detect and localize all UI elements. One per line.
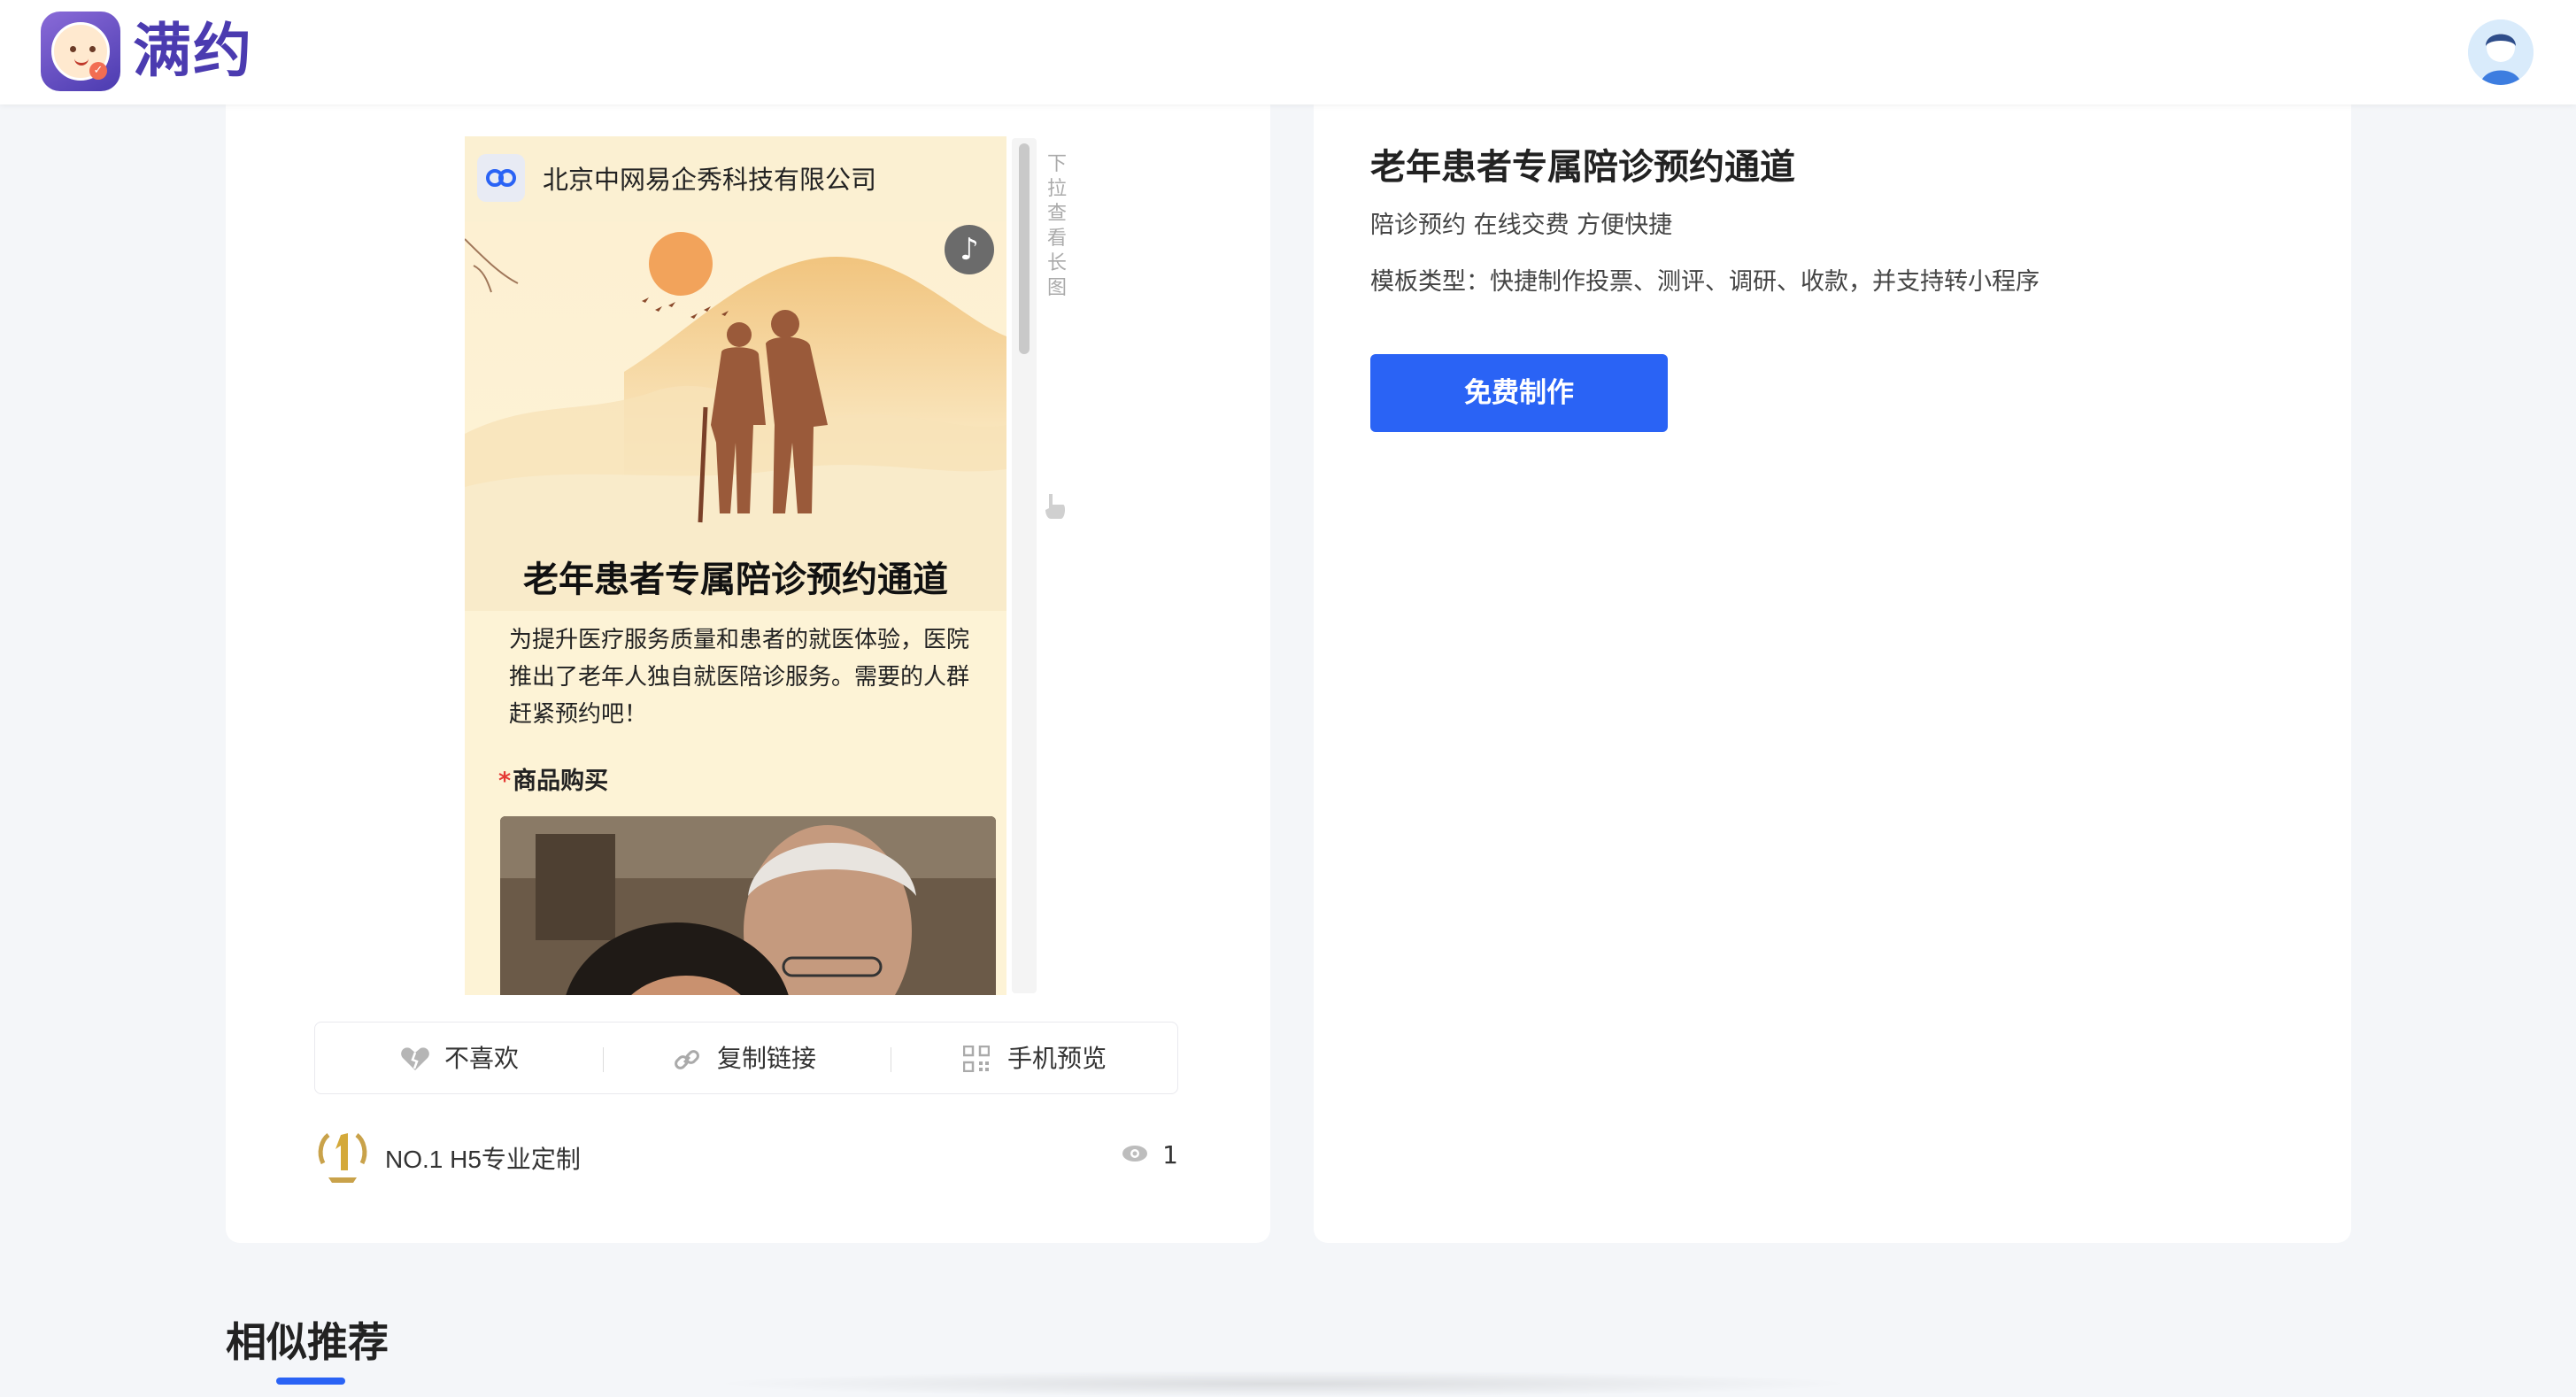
scroll-hint: 下拉查看长图 [1046, 153, 1067, 299]
action-divider [603, 1047, 604, 1072]
dislike-label: 不喜欢 [444, 1044, 520, 1073]
template-info-card: 老年患者专属陪诊预约通道 陪诊预约 在线交费 方便快捷 模板类型：快捷制作投票、… [1314, 104, 2351, 1243]
scrollbar-thumb[interactable] [1019, 143, 1030, 354]
org-logo-icon [477, 154, 525, 202]
hand-pointer-icon [1045, 494, 1066, 519]
template-type: 模板类型：快捷制作投票、测评、调研、收款，并支持转小程序 [1370, 268, 2040, 296]
mobile-preview-label: 手机预览 [1007, 1044, 1107, 1073]
org-name: 北京中网易企秀科技有限公司 [543, 166, 877, 195]
copy-link-button[interactable]: 复制链接 [673, 1023, 850, 1095]
gold-medal-icon [318, 1133, 367, 1183]
product-purchase-label: *商品购买 [498, 761, 608, 796]
badge-text: NO.1 H5专业定制 [385, 1146, 581, 1173]
template-title: 老年患者专属陪诊预约通道 [1370, 147, 1795, 188]
mobile-preview-button[interactable]: 手机预览 [963, 1023, 1140, 1095]
view-count-value: 1 [1162, 1140, 1178, 1169]
dislike-button[interactable]: 不喜欢 [400, 1023, 542, 1095]
mascot-face: ✓ [51, 22, 110, 81]
badge-row: NO.1 H5专业定制 1 [314, 1126, 1178, 1188]
avatar-icon [2468, 19, 2534, 85]
logo-text[interactable]: 满约 [133, 14, 253, 89]
preview-title: 老年患者专属陪诊预约通道 [523, 560, 948, 600]
top-bar: ✓ 满约 [0, 0, 2576, 104]
recommendation-card-edge [708, 1370, 1859, 1397]
action-bar: 不喜欢 复制链接 手机预览 [314, 1022, 1178, 1094]
preview-card: 北京中网易企秀科技有限公司 ♪ 老年患者专属陪诊预约通道 为提升医疗服务质量和患… [226, 104, 1270, 1243]
required-mark: * [498, 768, 512, 795]
section-label: 商品购买 [513, 768, 609, 795]
music-toggle-button[interactable]: ♪ [945, 225, 994, 274]
preview-description: 为提升医疗服务质量和患者的就医体验，医院推出了老年人独自就医陪诊服务。需要的人群… [509, 627, 970, 728]
copy-link-label: 复制链接 [717, 1044, 817, 1073]
check-icon: ✓ [89, 62, 107, 80]
free-make-button[interactable]: 免费制作 [1370, 354, 1668, 432]
product-photo [500, 816, 996, 995]
qrcode-icon [963, 1046, 990, 1072]
similar-section-title: 相似推荐 [226, 1318, 389, 1366]
logo-icon[interactable]: ✓ [41, 12, 120, 91]
view-count: 1 [1107, 1140, 1178, 1176]
template-subtitle: 陪诊预约 在线交费 方便快捷 [1370, 212, 1673, 239]
dislike-icon [401, 1047, 429, 1070]
eye-icon [1122, 1146, 1147, 1162]
user-avatar[interactable] [2468, 19, 2534, 85]
link-icon [675, 1050, 699, 1069]
preview-scrollbar[interactable] [1012, 138, 1037, 993]
section-underline [276, 1378, 345, 1385]
phone-preview[interactable]: 北京中网易企秀科技有限公司 ♪ 老年患者专属陪诊预约通道 为提升医疗服务质量和患… [465, 136, 1006, 995]
preview-header: 北京中网易企秀科技有限公司 [465, 136, 1006, 221]
